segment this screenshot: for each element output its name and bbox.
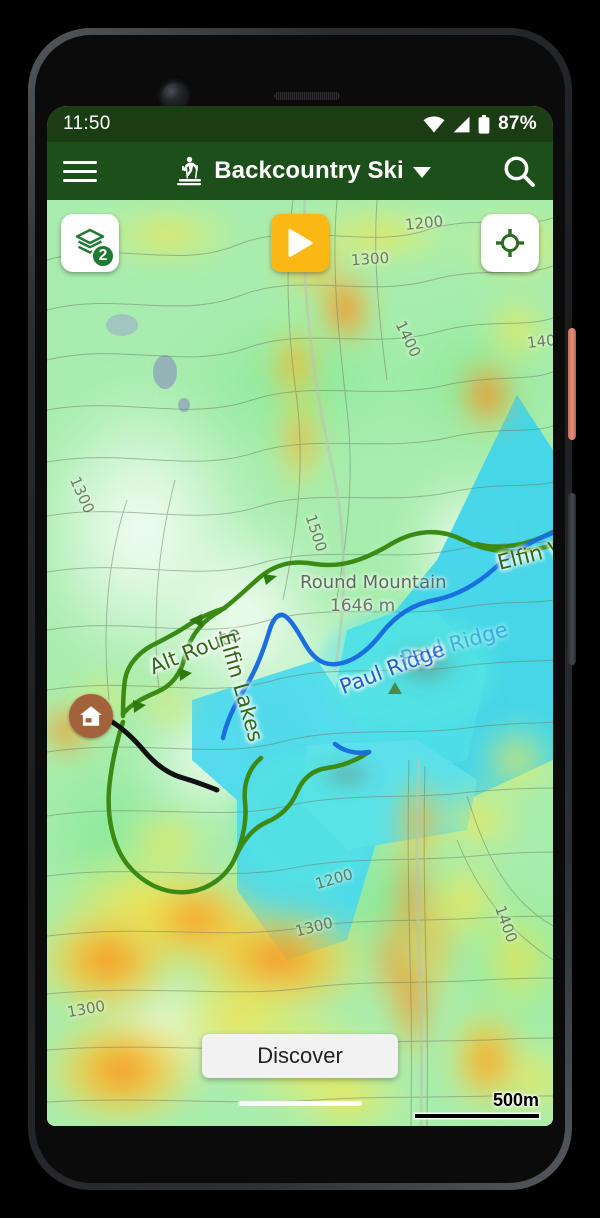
volume-rocker[interactable] [568, 493, 576, 665]
hut-house-icon [80, 706, 102, 726]
layers-count-badge: 2 [91, 244, 115, 268]
battery-percentage: 87% [498, 113, 537, 134]
front-camera-icon [162, 83, 186, 107]
discover-button[interactable]: Discover [202, 1034, 398, 1078]
app-bar-title: Backcountry Ski [214, 157, 404, 184]
phone-frame: 11:50 87% Backcountry Ski Round Mountain… [28, 28, 576, 1190]
app-bar: Backcountry Ski [47, 142, 553, 200]
power-button[interactable] [568, 328, 576, 440]
home-indicator[interactable] [238, 1101, 362, 1106]
crosshair-target-icon [496, 229, 524, 257]
chevron-down-icon[interactable] [412, 167, 431, 178]
search-icon[interactable] [501, 153, 537, 189]
map-layers-button[interactable]: 2 [61, 214, 119, 272]
hut-marker[interactable] [69, 694, 113, 738]
map-viewport[interactable]: Round Mountain 1646 m Alt Route Elfin La… [47, 200, 553, 1126]
phone-screen: 11:50 87% Backcountry Ski Round Mountain… [47, 106, 553, 1126]
map-play-button[interactable] [271, 214, 329, 272]
backcountry-skier-icon [177, 156, 202, 186]
map-locate-button[interactable] [481, 214, 539, 272]
map-scale-label: 500m [492, 1090, 539, 1110]
play-triangle-icon [288, 229, 313, 257]
cellular-signal-icon [453, 116, 470, 132]
wifi-icon [423, 116, 445, 132]
map-scale-bar: 500m [415, 1091, 539, 1118]
map-terrain-canvas [47, 200, 553, 1126]
hamburger-menu-icon[interactable] [63, 155, 103, 187]
status-bar-icons: 87% [423, 113, 537, 135]
activity-selector[interactable]: Backcountry Ski [103, 155, 501, 187]
status-bar-clock: 11:50 [63, 113, 111, 134]
status-bar: 11:50 87% [47, 106, 553, 142]
earpiece-speaker [274, 92, 340, 100]
battery-icon [478, 114, 490, 134]
map-scale-line [415, 1114, 539, 1118]
